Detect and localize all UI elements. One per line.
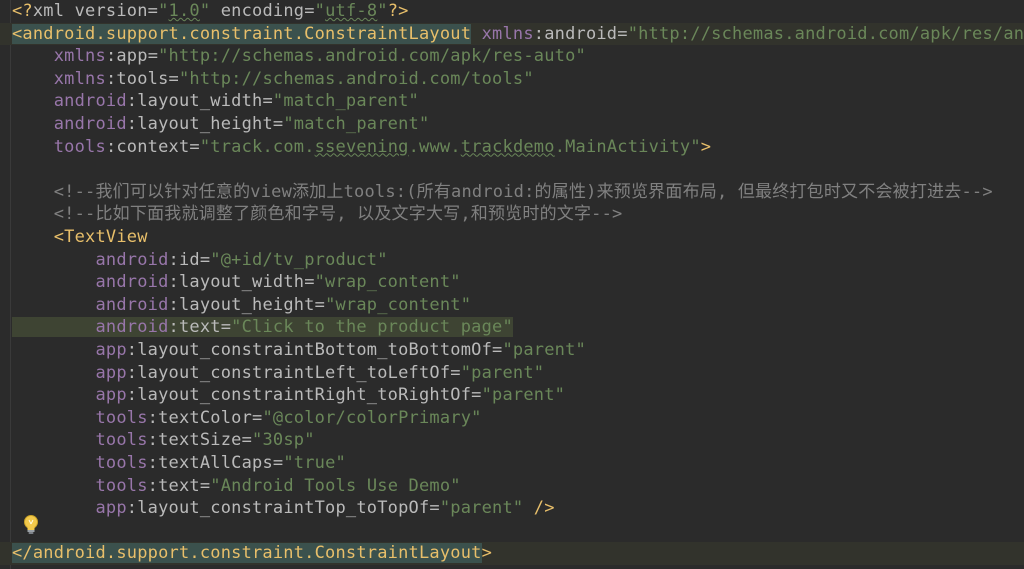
code-line-text: tools:textSize="30sp" (95, 430, 315, 451)
code-line[interactable]: tools:context="track.com.ssevening.www.t… (0, 136, 1024, 159)
code-line[interactable]: tools:textSize="30sp" (0, 429, 1024, 452)
code-line-text: </android.support.constraint.ConstraintL… (12, 543, 493, 564)
code-line-text: android:layout_width="match_parent" (53, 91, 419, 112)
code-line[interactable]: <TextView (0, 226, 1024, 249)
code-line-text: <!--我们可以针对任意的view添加上tools:(所有android:的属性… (12, 181, 993, 202)
code-line[interactable]: app:layout_constraintRight_toRightOf="pa… (0, 384, 1024, 407)
code-line[interactable]: android:layout_height="wrap_content" (0, 294, 1024, 317)
code-line-text: xmlns:app="http://schemas.android.com/ap… (53, 46, 586, 67)
code-line[interactable] (0, 520, 1024, 543)
lightbulb-icon[interactable] (22, 514, 40, 536)
code-line[interactable]: tools:text="Android Tools Use Demo" (0, 475, 1024, 498)
code-editor[interactable]: <?xml version="1.0" encoding="utf-8"?> <a… (0, 0, 1024, 569)
code-line-text: app:layout_constraintRight_toRightOf="pa… (95, 385, 566, 406)
code-line[interactable]: <?xml version="1.0" encoding="utf-8"?> (0, 0, 1024, 23)
code-line-text: android:id="@+id/tv_product" (95, 249, 388, 270)
code-line[interactable]: tools:textColor="@color/colorPrimary" (0, 407, 1024, 430)
code-line-text: <TextView (53, 227, 148, 247)
code-line-text: tools:textAllCaps="true" (95, 453, 346, 473)
code-line[interactable]: xmlns:app="http://schemas.android.com/ap… (0, 45, 1024, 68)
code-line[interactable]: tools:textAllCaps="true" (0, 452, 1024, 475)
code-line-text: app:layout_constraintBottom_toBottomOf="… (95, 340, 586, 360)
code-line-text: android:layout_width="wrap_content" (95, 272, 461, 293)
code-line-text: android:text="Click to the product page" (12, 316, 513, 339)
code-line[interactable]: app:layout_constraintLeft_toLeftOf="pare… (0, 362, 1024, 385)
code-line-text: xmlns:tools="http://schemas.android.com/… (53, 68, 534, 89)
code-line-text: app:layout_constraintTop_toTopOf="parent… (95, 498, 555, 519)
code-line[interactable]: xmlns:tools="http://schemas.android.com/… (0, 68, 1024, 91)
code-line-text: android:layout_height="wrap_content" (95, 294, 472, 315)
code-line[interactable]: android:layout_height="match_parent" (0, 113, 1024, 136)
code-line[interactable]: android:layout_width="wrap_content" (0, 271, 1024, 294)
code-line[interactable]: android:id="@+id/tv_product" (0, 249, 1024, 272)
code-line[interactable]: app:layout_constraintBottom_toBottomOf="… (0, 339, 1024, 362)
code-line[interactable]: android:text="Click to the product page" (0, 316, 1024, 339)
code-line[interactable]: <!--比如下面我就调整了颜色和字号, 以及文字大写,和预览时的文字--> (0, 203, 1024, 226)
code-line-text: <android.support.constraint.ConstraintLa… (12, 23, 1024, 44)
code-line-text: app:layout_constraintLeft_toLeftOf="pare… (95, 362, 545, 383)
code-line-text: tools:textColor="@color/colorPrimary" (95, 407, 482, 428)
code-line-text: tools:context="track.com.ssevening.www.t… (53, 136, 712, 157)
code-line[interactable]: <android.support.constraint.ConstraintLa… (0, 22, 1024, 46)
code-line-text: <!--比如下面我就调整了颜色和字号, 以及文字大写,和预览时的文字--> (12, 204, 623, 225)
code-line[interactable]: </android.support.constraint.ConstraintL… (0, 542, 1024, 565)
code-line[interactable] (0, 158, 1024, 181)
code-line-text: <?xml version="1.0" encoding="utf-8"?> (12, 1, 409, 21)
code-line[interactable]: android:layout_width="match_parent" (0, 90, 1024, 113)
code-line[interactable]: <!--我们可以针对任意的view添加上tools:(所有android:的属性… (0, 181, 1024, 204)
code-line-text: tools:text="Android Tools Use Demo" (95, 475, 461, 496)
code-line[interactable]: app:layout_constraintTop_toTopOf="parent… (0, 497, 1024, 520)
code-line-text: android:layout_height="match_parent" (53, 114, 430, 134)
